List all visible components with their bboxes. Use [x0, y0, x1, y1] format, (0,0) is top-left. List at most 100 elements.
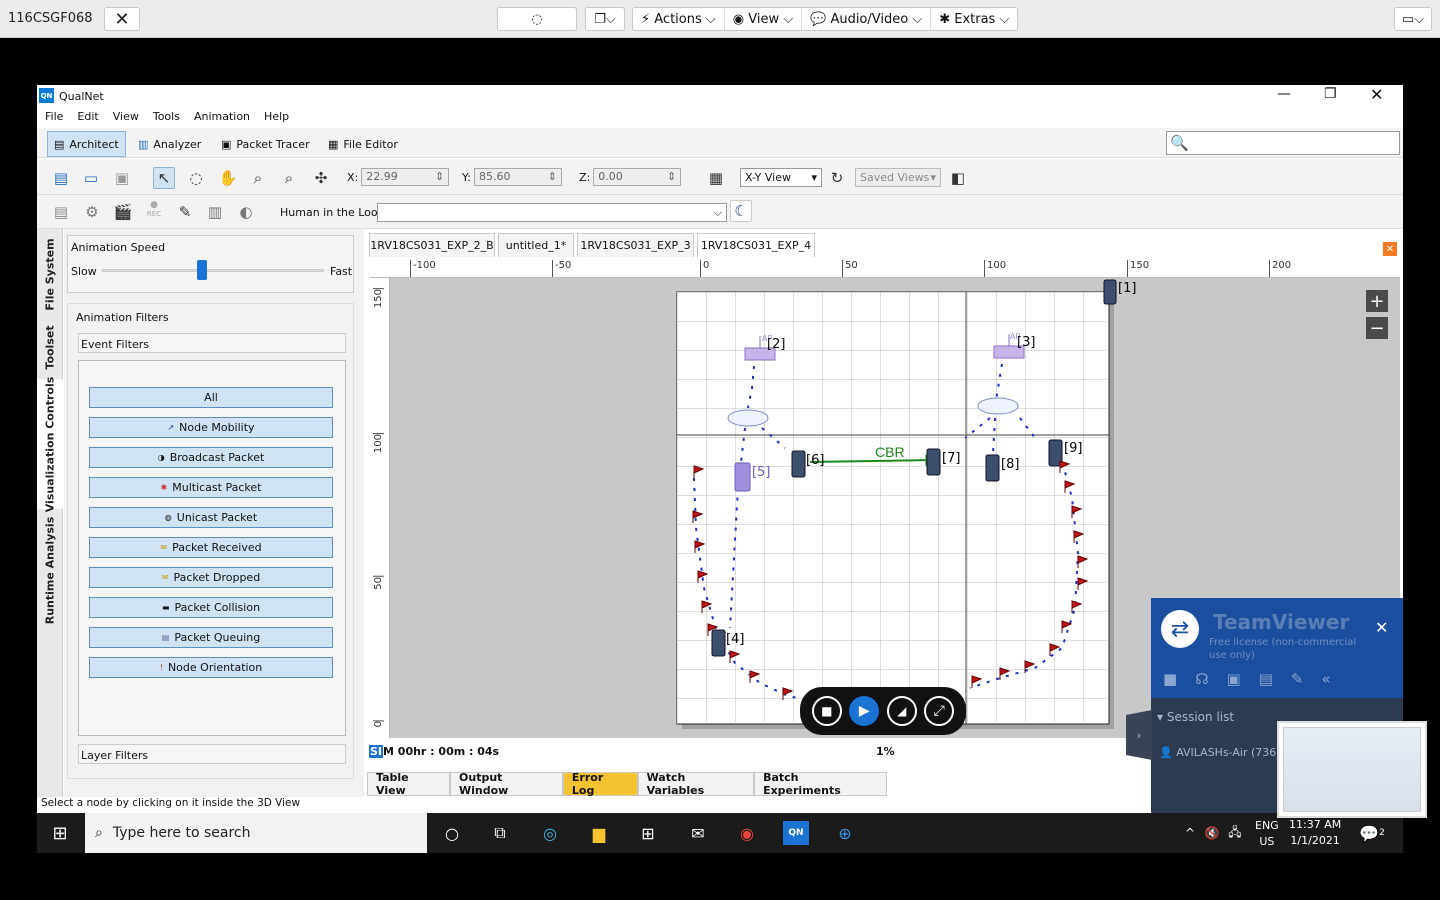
node-8-device-icon[interactable] — [985, 454, 1000, 482]
doc-tab-untitled[interactable]: untitled_1* — [498, 233, 574, 257]
remote-menu-actions[interactable]: ⚡ Actions ⌵ — [633, 8, 725, 30]
remote-menu-view[interactable]: ◉ View ⌵ — [725, 8, 803, 30]
clapperboard-icon[interactable]: 🎬 — [112, 201, 134, 223]
store-icon[interactable]: ⊞ — [635, 821, 661, 845]
settings-gear-icon[interactable]: ⚙ — [81, 201, 103, 223]
tab-table-view[interactable]: Table View — [367, 771, 451, 797]
node-6-device-icon[interactable] — [791, 450, 806, 478]
refresh-icon[interactable]: ↻ — [826, 167, 848, 189]
node-4-device-icon[interactable] — [711, 629, 726, 657]
open-folder-icon[interactable]: ▭ — [80, 167, 102, 189]
notification-icon[interactable]: 💬 2 — [1359, 821, 1385, 845]
remote-menu-extras[interactable]: ✱ Extras ⌵ — [931, 8, 1017, 30]
network-icon[interactable]: 🖧 — [1222, 821, 1248, 845]
node-7-device-icon[interactable] — [926, 448, 941, 476]
cortana-icon[interactable]: ○ — [439, 821, 465, 845]
tab-output-window[interactable]: Output Window — [450, 771, 563, 797]
fullscreen-icon[interactable]: ⤢ — [924, 696, 955, 726]
save-icon[interactable]: ▣ — [111, 167, 133, 189]
x-field[interactable]: 22.99 ⇕ — [361, 168, 450, 186]
export-icon[interactable]: ▤ — [50, 201, 72, 223]
filter-multicast-button[interactable]: ✱ Multicast Packet — [89, 477, 333, 498]
teamviewer-close-icon[interactable]: ✕ — [1375, 618, 1388, 637]
screen-icon[interactable]: ▭⌵ — [1394, 7, 1432, 31]
doc-tab-exp4[interactable]: 1RV18CS031_EXP_4 — [697, 233, 815, 257]
filter-packet-received-button[interactable]: ✉ Packet Received — [89, 537, 333, 558]
menu-view[interactable]: View — [113, 107, 147, 127]
tab-architect[interactable]: ▤ Architect — [47, 131, 126, 157]
filter-packet-collision-button[interactable]: ▬ Packet Collision — [89, 597, 333, 618]
select-pointer-icon[interactable]: ↖ — [153, 167, 175, 189]
search-input[interactable]: 🔍 — [1166, 131, 1400, 155]
zoom-icon[interactable]: ⌕ — [247, 167, 269, 189]
menu-tools[interactable]: Tools — [153, 107, 188, 127]
saved-views-select[interactable]: Saved Views ▾ — [855, 168, 941, 187]
close-icon[interactable]: ✕ — [104, 7, 140, 31]
collapse-icon[interactable]: « — [1321, 670, 1330, 688]
record-icon[interactable]: ● REC — [143, 198, 165, 220]
disk-icon[interactable]: ◐ — [235, 201, 257, 223]
edge-icon[interactable]: ◎ — [537, 821, 563, 845]
lasso-icon[interactable]: ◌ — [185, 167, 207, 189]
qualnet-taskbar-icon[interactable]: QN — [783, 821, 809, 845]
close-canvas-icon[interactable]: ✕ — [1383, 242, 1397, 256]
step-icon[interactable]: ◢ — [886, 696, 917, 726]
chat-icon[interactable]: ▣ — [1227, 670, 1241, 688]
tab-file-editor[interactable]: ▦ File Editor — [322, 131, 404, 157]
chart-icon[interactable]: ▥ — [204, 201, 226, 223]
menu-animation[interactable]: Animation — [194, 107, 258, 127]
tab-visualization-controls[interactable]: Visualization Controls — [37, 376, 63, 512]
headset-icon[interactable]: ☊ — [1195, 670, 1208, 688]
hitl-input[interactable]: ⌵ — [377, 203, 727, 222]
tab-toolset[interactable]: Toolset — [37, 317, 63, 377]
task-view-icon[interactable]: ⧉ — [487, 821, 513, 845]
edit-icon[interactable]: ✎ — [174, 201, 196, 223]
tab-analyzer[interactable]: ▥ Analyzer — [132, 131, 207, 157]
remote-menu-audio-video[interactable]: 💬 Audio/Video ⌵ — [802, 8, 932, 30]
loading-icon[interactable]: ◌ — [497, 7, 577, 31]
tab-runtime-analysis[interactable]: Runtime Analysis — [37, 515, 63, 625]
rotate-3d-icon[interactable]: ✣ — [310, 167, 332, 189]
stop-icon[interactable]: ■ — [811, 696, 842, 726]
grid-settings-icon[interactable]: ▦ — [705, 167, 727, 189]
filter-node-orientation-button[interactable]: ! Node Orientation — [89, 657, 333, 678]
tab-watch-variables[interactable]: Watch Variables — [637, 771, 755, 797]
play-icon[interactable]: ▶ — [849, 696, 880, 726]
file-explorer-icon[interactable]: ▆ — [586, 821, 612, 845]
clock[interactable]: 11:37 AM 1/1/2021 — [1289, 817, 1341, 849]
taskbar-search[interactable]: ⌕ Type here to search — [85, 813, 427, 853]
menu-file[interactable]: File — [45, 107, 71, 127]
language-indicator[interactable]: ENG US — [1255, 818, 1279, 850]
window-close-icon[interactable]: ✕ — [1370, 85, 1383, 104]
filter-unicast-button[interactable]: ◍ Unicast Packet — [89, 507, 333, 528]
video-icon[interactable]: ■ — [1163, 670, 1177, 688]
minimize-icon[interactable]: — — [1277, 86, 1291, 102]
files-icon[interactable]: ▤ — [1259, 670, 1273, 688]
tab-error-log[interactable]: Error Log — [562, 771, 638, 797]
view-select[interactable]: X-Y View ▾ — [740, 168, 822, 187]
clipboard-icon[interactable]: ❐⌵ — [585, 7, 625, 31]
filter-all-button[interactable]: All — [89, 387, 333, 408]
new-file-icon[interactable]: ▤ — [50, 167, 72, 189]
layer-filters-header[interactable]: Layer Filters — [78, 744, 346, 764]
windows-start-icon[interactable]: ⊞ — [47, 821, 73, 845]
tab-batch-experiments[interactable]: Batch Experiments — [754, 771, 887, 797]
event-filters-header[interactable]: Event Filters — [78, 333, 346, 353]
window-view-icon[interactable]: ◧ — [947, 167, 969, 189]
teamviewer-taskbar-icon[interactable]: ⊕ — [832, 821, 858, 845]
pan-hand-icon[interactable]: ✋ — [217, 167, 239, 189]
z-field[interactable]: 0.00 ⇕ — [593, 168, 682, 186]
screen-thumbnail[interactable] — [1277, 721, 1427, 818]
menu-edit[interactable]: Edit — [77, 107, 106, 127]
node-1-device-icon[interactable] — [1103, 279, 1117, 305]
zoom-out-button[interactable]: − — [1366, 317, 1388, 339]
tools-icon[interactable]: ✎ — [1291, 670, 1304, 688]
teamviewer-expand-icon[interactable]: › — [1126, 710, 1152, 760]
filter-node-mobility-button[interactable]: ↗ Node Mobility — [89, 417, 333, 438]
speed-slider-thumb[interactable] — [196, 260, 207, 280]
zoom-area-icon[interactable]: ⌕ — [278, 167, 300, 189]
menu-help[interactable]: Help — [264, 107, 297, 127]
session-user[interactable]: 👤 AVILASHs-Air (736 — [1159, 746, 1276, 759]
speed-slider-track[interactable] — [102, 269, 324, 272]
tab-file-system[interactable]: File System — [37, 235, 63, 313]
